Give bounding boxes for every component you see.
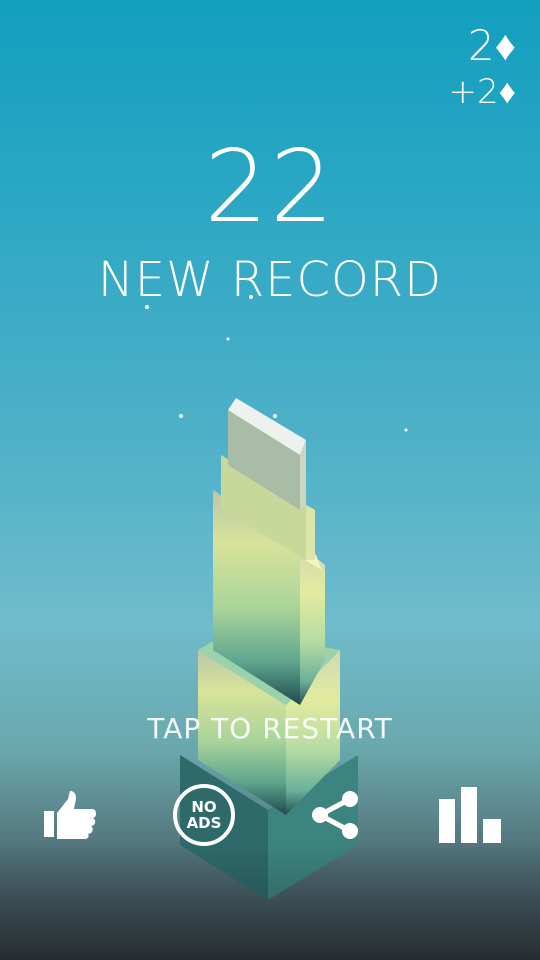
no-ads-line2: ADS [186,814,222,832]
share-button[interactable] [296,780,376,850]
gems-earned-counter: +2♦ [448,72,516,112]
share-icon [312,791,358,839]
no-ads-line1: NO [191,798,217,816]
sparkle [404,428,408,432]
sparkle [273,414,277,418]
no-ads-button[interactable]: NO ADS [164,780,244,850]
new-record-label: NEW RECORD [97,252,443,308]
score-display: 22 [204,128,336,245]
tap-to-restart-prompt[interactable]: TAP TO RESTART [0,712,540,745]
sparkle [179,414,183,418]
no-ads-badge: NO ADS [173,784,235,846]
thumbs-up-icon [44,791,96,839]
gem-total-counter: 2♦ [467,21,516,70]
leaderboard-button[interactable] [430,780,510,850]
like-button[interactable] [30,780,110,850]
tower-upper-right [306,505,315,560]
leaderboard-icon [439,787,501,843]
sparkle [226,337,230,341]
